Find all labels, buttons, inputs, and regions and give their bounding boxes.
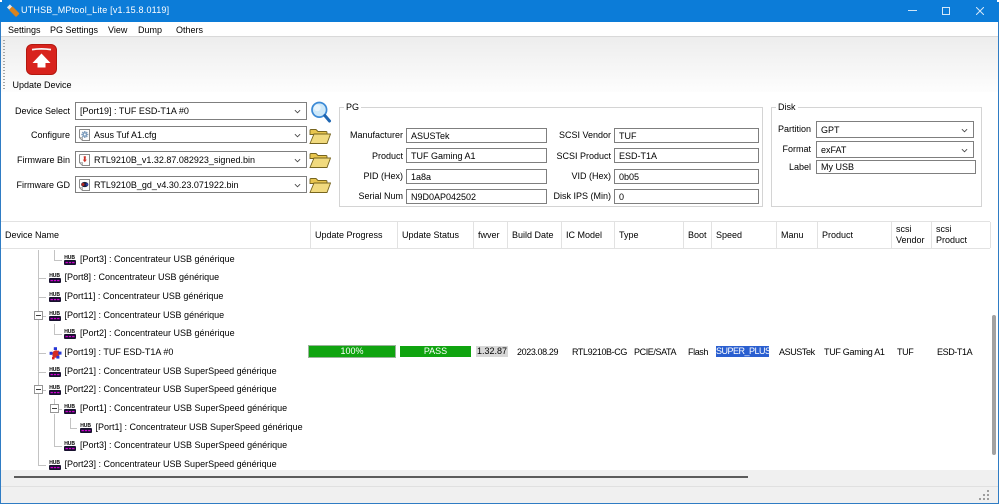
svg-text:HUB: HUB — [80, 423, 91, 429]
svg-text:HUB: HUB — [64, 441, 75, 447]
svg-text:HUB: HUB — [49, 385, 60, 391]
svg-text:HUB: HUB — [49, 311, 60, 317]
svg-text:HUB: HUB — [49, 273, 60, 279]
svg-text:HUB: HUB — [49, 292, 60, 298]
svg-text:HUB: HUB — [64, 255, 75, 261]
svg-text:HUB: HUB — [49, 367, 60, 373]
svg-text:HUB: HUB — [49, 460, 60, 466]
svg-text:HUB: HUB — [64, 329, 75, 335]
svg-text:HUB: HUB — [64, 404, 75, 410]
